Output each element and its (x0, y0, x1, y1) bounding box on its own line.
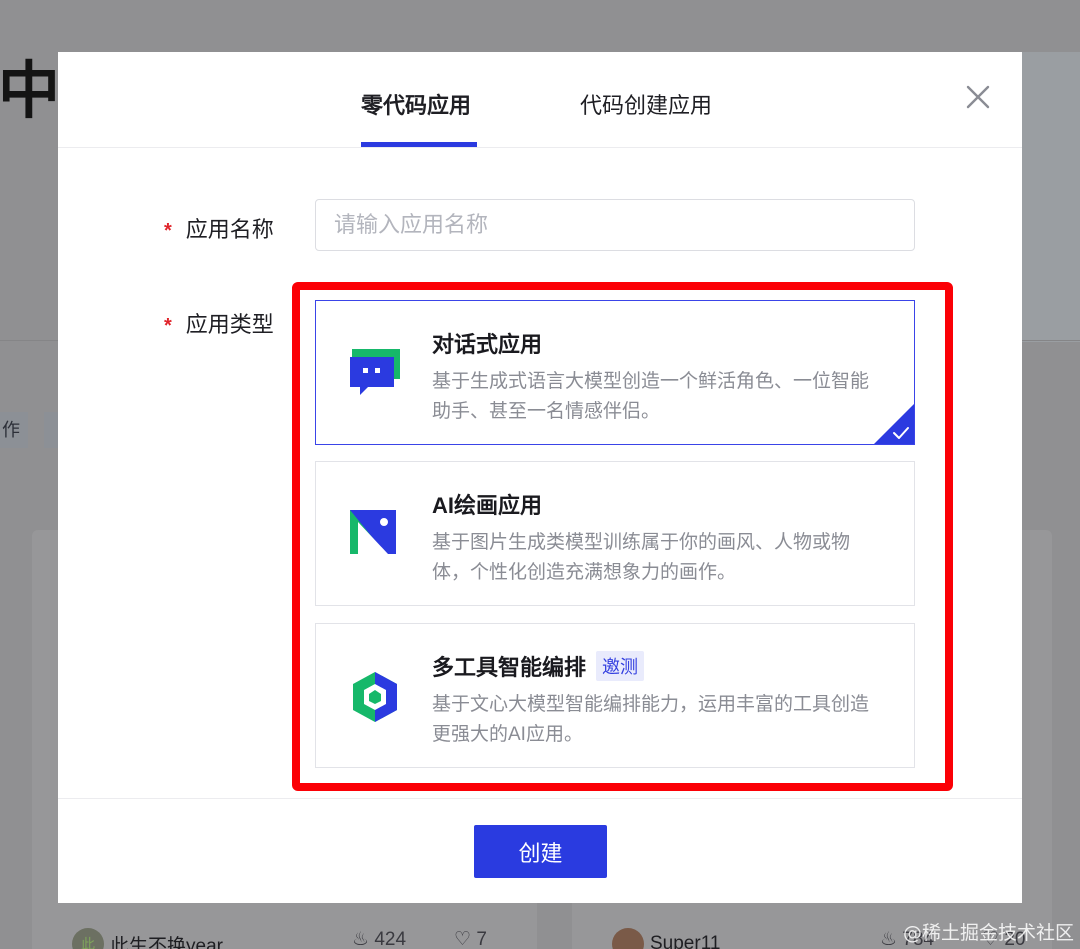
selected-check-icon (874, 404, 914, 444)
create-button[interactable]: 创建 (474, 825, 607, 878)
app-type-title: 对话式应用 (432, 332, 543, 357)
app-type-description: 基于图片生成类模型训练属于你的画风、人物或物体，个性化创造充满想象力的画作。 (432, 532, 851, 583)
modal-tabs: 零代码应用 代码创建应用 (58, 52, 1022, 148)
flame-icon: ♨ (880, 929, 898, 949)
app-type-card-multi-tool[interactable]: 多工具智能编排 邀测 基于文心大模型智能编排能力，运用丰富的工具创造更强大的AI… (315, 623, 915, 768)
background-banner (1022, 52, 1080, 342)
heart-icon: ♡ (454, 929, 472, 949)
app-type-description: 基于文心大模型智能编排能力，运用丰富的工具创造更强大的AI应用。 (432, 694, 870, 745)
app-type-card-ai-painting[interactable]: AI绘画应用 基于图片生成类模型训练属于你的画风、人物或物体，个性化创造充满想象… (315, 461, 915, 606)
app-type-title: 多工具智能编排 邀测 (432, 650, 645, 682)
background-card-1-user: 此 此生不换year (72, 928, 223, 949)
app-type-description: 基于生成式语言大模型创造一个鲜活角色、一位智能助手、甚至一名情感伴侣。 (432, 371, 870, 422)
background-card-1-likes: ♨ 424 (352, 929, 407, 949)
background-card-1-comments: ♡ 7 (454, 929, 487, 949)
app-type-title: AI绘画应用 (432, 493, 543, 518)
watermark: @稀土掘金技术社区 (902, 922, 1074, 944)
chat-bubble-icon (348, 347, 402, 401)
active-tab-indicator (361, 142, 477, 147)
background-category-chip: 作 (0, 412, 28, 448)
required-mark: * (164, 315, 172, 337)
create-app-modal: 零代码应用 代码创建应用 *应用名称 *应用类型 对话式应用 基于生成式语言大模 (58, 52, 1022, 903)
app-name-input[interactable] (315, 199, 915, 251)
app-name-label: * 应用名称 (164, 217, 274, 242)
tab-zero-code-app[interactable]: 零代码应用 (361, 88, 471, 120)
close-icon (966, 85, 990, 109)
close-button[interactable] (963, 82, 993, 112)
avatar (612, 928, 644, 949)
app-type-label: * 应用类型 (164, 312, 274, 337)
modal-footer-divider (58, 798, 1022, 799)
background-card-2-user: Super11 (612, 928, 720, 949)
image-painting-icon (348, 508, 402, 562)
flame-icon: ♨ (352, 929, 370, 949)
invite-test-badge: 邀测 (596, 651, 645, 681)
hexagon-workflow-icon (348, 670, 402, 724)
background-card-1-username: 此生不换year (110, 935, 223, 949)
app-type-card-chat[interactable]: 对话式应用 基于生成式语言大模型创造一个鲜活角色、一位智能助手、甚至一名情感伴侣… (315, 300, 915, 445)
tab-code-created-app[interactable]: 代码创建应用 (580, 88, 712, 120)
required-mark: * (164, 220, 172, 242)
avatar: 此 (72, 928, 104, 949)
background-card-2-username: Super11 (650, 933, 721, 949)
